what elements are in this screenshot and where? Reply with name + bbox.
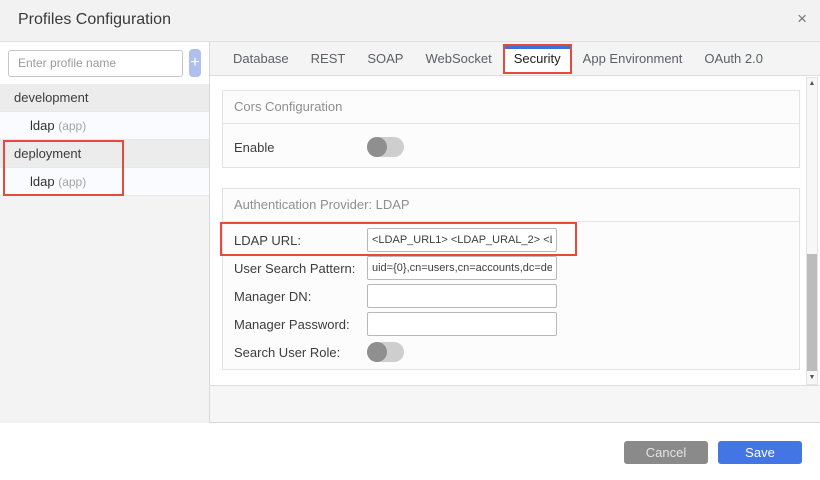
sidebar-item-label: ldap [30,174,55,189]
toggle-knob [367,342,387,362]
tab-rest[interactable]: REST [300,42,357,75]
ldap-url-label: LDAP URL: [234,233,367,248]
scrollbar-down-icon[interactable]: ▼ [807,372,817,384]
close-icon[interactable]: × [797,9,807,29]
sidebar-item-label: development [14,90,88,105]
manager-password-row: Manager Password: [223,310,799,338]
user-search-pattern-row: User Search Pattern: [223,254,799,282]
ldap-url-input[interactable] [367,228,557,252]
sidebar-item-development[interactable]: development [0,84,209,112]
sidebar-item-label: deployment [14,146,81,161]
search-user-role-row: Search User Role: [223,338,799,366]
manager-password-label: Manager Password: [234,317,367,332]
profile-name-input[interactable] [8,50,183,77]
search-user-role-toggle[interactable] [367,342,404,362]
sidebar-item-suffix: (app) [58,119,86,133]
manager-dn-label: Manager DN: [234,289,367,304]
cors-enable-row: Enable [223,133,799,161]
cancel-button[interactable]: Cancel [624,441,708,464]
sidebar-item-ldap-deployment[interactable]: ldap (app) [0,168,209,196]
user-search-pattern-label: User Search Pattern: [234,261,367,276]
add-profile-button[interactable]: + [189,49,201,77]
section-divider [223,123,799,124]
sidebar-item-deployment[interactable]: deployment [0,140,209,168]
scrollbar-up-icon[interactable]: ▲ [807,78,817,90]
cors-enable-label: Enable [234,140,367,155]
section-divider [223,221,799,222]
dialog-footer: Cancel Save [0,423,820,480]
ldap-url-row: LDAP URL: [223,226,799,254]
sidebar-item-ldap-development[interactable]: ldap (app) [0,112,209,140]
save-button[interactable]: Save [718,441,802,464]
toggle-knob [367,137,387,157]
tab-oauth20[interactable]: OAuth 2.0 [693,42,774,75]
tab-app-environment[interactable]: App Environment [572,42,694,75]
tab-database[interactable]: Database [222,42,300,75]
tab-websocket[interactable]: WebSocket [414,42,502,75]
sidebar-item-suffix: (app) [58,175,86,189]
sidebar-item-label: ldap [30,118,55,133]
content-bottom-strip [210,385,820,423]
cors-configuration-card: Cors Configuration Enable [222,90,800,168]
manager-dn-row: Manager DN: [223,282,799,310]
manager-password-input[interactable] [367,312,557,336]
dialog-titlebar: Profiles Configuration × [0,0,820,42]
search-user-role-label: Search User Role: [234,345,367,360]
tab-security[interactable]: Security [503,44,572,74]
scrollbar-thumb[interactable] [807,254,817,371]
dialog-title: Profiles Configuration [18,11,171,29]
settings-tabbar: Database REST SOAP WebSocket Security Ap… [210,42,820,76]
cors-enable-toggle[interactable] [367,137,404,157]
profile-list: development ldap (app) deployment ldap (… [0,84,209,196]
manager-dn-input[interactable] [367,284,557,308]
ldap-provider-card: Authentication Provider: LDAP LDAP URL: … [222,188,800,370]
user-search-pattern-input[interactable] [367,256,557,280]
profile-create-row: + [0,42,209,84]
tab-soap[interactable]: SOAP [356,42,414,75]
ldap-section-title: Authentication Provider: LDAP [234,197,788,212]
content-scrollbar[interactable]: ▲ ▼ [806,77,818,385]
profiles-configuration-dialog: Profiles Configuration × + development l… [0,0,820,480]
cors-section-title: Cors Configuration [234,99,788,114]
profiles-sidebar: + development ldap (app) deployment ldap… [0,42,210,423]
